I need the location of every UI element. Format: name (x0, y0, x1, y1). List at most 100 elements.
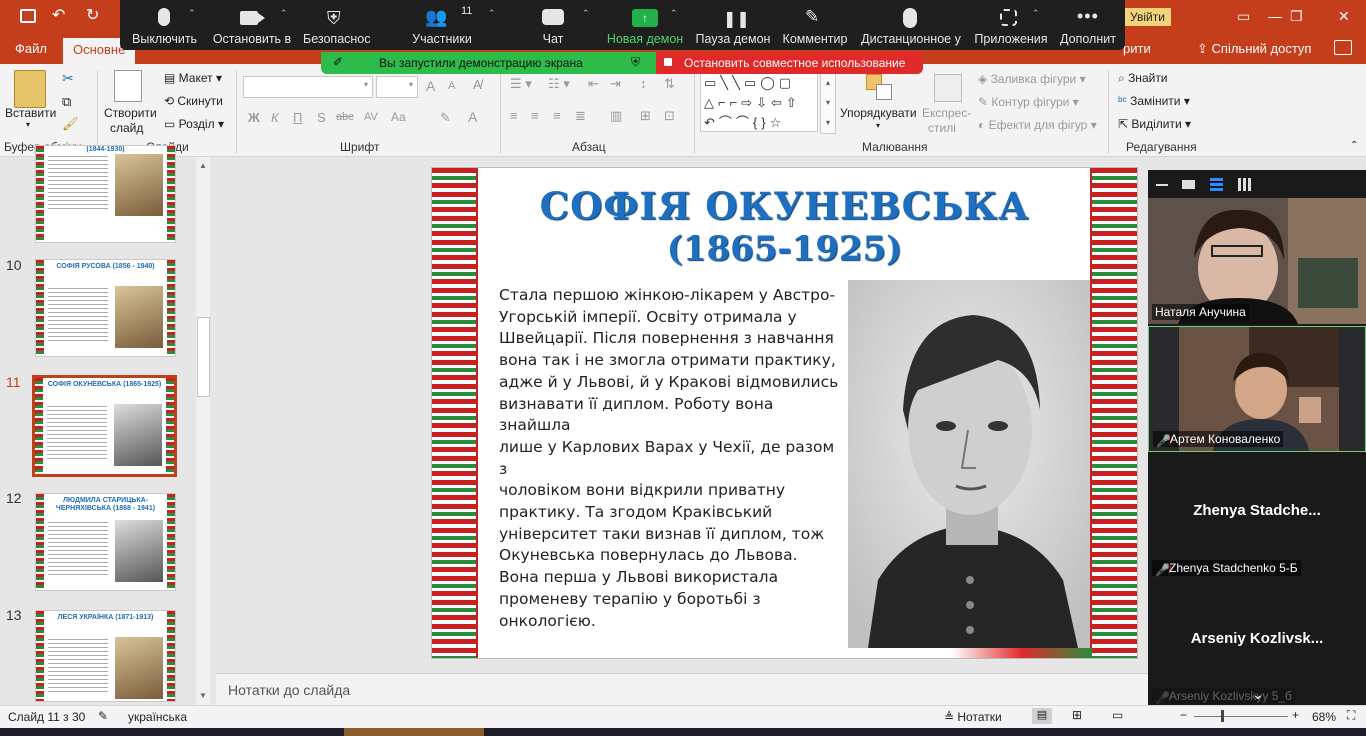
stop-share-button[interactable]: Остановить совместное использование (656, 52, 923, 74)
change-case-button[interactable]: Aa (391, 110, 406, 124)
pin-icon[interactable]: ✐ (333, 55, 343, 69)
tab-file[interactable]: Файл (15, 41, 47, 56)
portrait-photo[interactable] (848, 280, 1090, 648)
bullets-icon[interactable]: ☰ ▾ (510, 76, 532, 92)
align-text-icon[interactable]: ⊞ (640, 108, 651, 124)
reset-button[interactable]: ⟲ Скинути (164, 94, 223, 108)
align-right-icon[interactable]: ≡ (553, 108, 561, 123)
font-color-button[interactable]: A (468, 109, 477, 125)
normal-view-icon[interactable]: ▤ (1032, 708, 1052, 724)
slide-thumbnail-selected[interactable]: СОФІЯ ОКУНЕВСЬКА (1865-1925) (32, 375, 177, 477)
numbering-icon[interactable]: ☷ ▾ (548, 76, 570, 92)
paste-button[interactable]: Вставити (5, 106, 56, 120)
sign-in-button[interactable]: Увійти (1124, 8, 1171, 26)
format-painter-icon[interactable]: 🖌 (62, 116, 79, 132)
thumbnails-scrollbar[interactable]: ▲ ▼ (196, 157, 210, 705)
slide-body-text[interactable]: Стала першою жінкою-лікарем у Австро- Уг… (499, 285, 839, 632)
paste-icon[interactable] (14, 70, 46, 108)
participant-tile[interactable]: Zhenya Stadche... 🎤̸Zhenya Stadchenko 5-… (1148, 454, 1366, 580)
scroll-down-icon[interactable]: ▼ (199, 691, 207, 700)
gallery-view-icon[interactable] (1238, 178, 1251, 191)
slide-years[interactable]: (1865-1925) (532, 230, 1037, 268)
columns-icon[interactable]: ▥ (610, 108, 622, 124)
zoom-out-icon[interactable]: − (1180, 708, 1187, 722)
font-name-combo[interactable]: ▾ (243, 76, 373, 98)
text-direction-icon[interactable]: ⇅ (664, 76, 675, 92)
chevron-down-icon[interactable]: ⌃ (670, 8, 678, 19)
security-button[interactable]: Безопаснос (303, 32, 371, 46)
chevron-down-icon[interactable]: ⌃ (582, 8, 590, 19)
more-button[interactable]: Дополнит (1058, 32, 1118, 46)
zoom-slider-thumb[interactable] (1221, 710, 1224, 722)
grow-font-button[interactable]: A (426, 78, 435, 94)
scrollbar-thumb[interactable] (197, 317, 210, 397)
strip-view-icon[interactable] (1210, 178, 1223, 191)
new-slide-icon[interactable] (114, 70, 142, 102)
copy-icon[interactable]: ⧉ (62, 94, 71, 110)
undo-icon[interactable]: ↶ (52, 5, 65, 25)
paste-dropdown-icon[interactable]: ▾ (26, 120, 30, 129)
slide-thumbnail[interactable]: ЛЕСЯ УКРАЇНКА (1871-1913) (35, 610, 176, 702)
cut-icon[interactable]: ✂ (62, 70, 74, 87)
quick-styles-button[interactable]: Експрес- (922, 106, 971, 120)
shadow-button[interactable]: S (317, 110, 326, 125)
align-center-icon[interactable]: ≡ (531, 108, 539, 123)
arrange-icon[interactable] (866, 74, 892, 102)
new-share-button[interactable]: Новая демон (606, 32, 684, 46)
strikethrough-button[interactable]: abc (336, 111, 354, 123)
participant-tile-active[interactable]: 🎤̸Артем Коноваленко (1148, 326, 1366, 452)
minimize-button[interactable]: — (1268, 8, 1282, 24)
zoom-level[interactable]: 68% (1312, 710, 1336, 724)
align-left-icon[interactable]: ≡ (510, 108, 518, 123)
font-size-combo[interactable]: ▾ (376, 76, 418, 98)
comments-icon[interactable] (1334, 40, 1352, 55)
close-button[interactable]: ✕ (1338, 8, 1350, 25)
smartart-icon[interactable]: ⊡ (664, 108, 675, 124)
highlight-icon[interactable]: ✎ (440, 110, 451, 126)
italic-button[interactable]: К (271, 110, 279, 125)
language-indicator[interactable]: українська (128, 710, 187, 724)
remote-control-button[interactable]: Дистанционное у (861, 32, 961, 46)
replace-button[interactable]: ᵇᶜ Замінити ▾ (1118, 94, 1190, 108)
section-button[interactable]: ▭ Розділ ▾ (164, 117, 224, 131)
reading-view-icon[interactable]: ▭ (1112, 708, 1123, 722)
spellcheck-icon[interactable]: ✎ (98, 709, 108, 723)
current-slide[interactable]: СОФІЯ ОКУНЕВСЬКА (1865-1925) Стала першо… (431, 167, 1138, 659)
select-button[interactable]: ⇱ Виділити ▾ (1118, 117, 1191, 131)
slide-thumbnail[interactable]: ЛЮДМИЛА СТАРИЦЬКА-ЧЕРНЯХІВСЬКА (1868 - 1… (35, 493, 176, 591)
slide-thumbnail[interactable]: (1844-1930) (35, 145, 176, 243)
annotate-button[interactable]: Комментир (782, 32, 848, 46)
indent-decrease-icon[interactable]: ⇤ (588, 76, 599, 92)
justify-icon[interactable]: ≣ (575, 108, 586, 124)
layout-button[interactable]: ▤ Макет ▾ (164, 71, 222, 85)
chat-button[interactable]: Чат (538, 32, 568, 46)
tab-partial[interactable]: рити (1123, 41, 1151, 56)
arrange-button[interactable]: Упорядкувати (840, 106, 917, 120)
fit-to-window-icon[interactable]: ⛶ (1347, 708, 1355, 723)
zoom-slider[interactable] (1194, 716, 1288, 717)
quick-styles-icon[interactable] (934, 74, 962, 102)
shrink-font-button[interactable]: A (448, 80, 455, 92)
slide-sorter-icon[interactable]: ⊞ (1072, 708, 1082, 722)
taskbar-app[interactable] (344, 728, 484, 736)
mute-button[interactable]: Выключить (132, 32, 197, 46)
participants-button[interactable]: Участники (410, 32, 474, 46)
chevron-down-icon[interactable]: ⌃ (188, 8, 196, 19)
shape-effects-button[interactable]: ◐ Ефекти для фігур ▾ (978, 118, 1097, 132)
shapes-scroll[interactable]: ▴ ▾ ▾ (820, 72, 836, 134)
arrange-dropdown-icon[interactable]: ▾ (876, 121, 880, 130)
chevron-down-icon[interactable]: ⌃ (280, 8, 288, 19)
chevron-down-icon[interactable]: ⌄ (1252, 686, 1264, 703)
speaker-view-icon[interactable] (1182, 180, 1195, 189)
slide-title[interactable]: СОФІЯ ОКУНЕВСЬКА (532, 186, 1037, 226)
stop-video-button[interactable]: Остановить в (212, 32, 292, 46)
new-slide-button[interactable]: Створити (104, 106, 157, 120)
participant-tile[interactable]: Наталя Анучина (1148, 198, 1366, 324)
apps-button[interactable]: Приложения (973, 32, 1049, 46)
shapes-gallery[interactable]: ▭╲╲▭◯▢ △⌐⌐⇨⇩⇦⇧ ↶⌒⌒{}☆ (700, 72, 818, 132)
scroll-up-icon[interactable]: ▲ (199, 161, 207, 170)
clear-format-icon[interactable]: A̸ (473, 77, 482, 92)
bold-button[interactable]: Ж (248, 110, 260, 125)
restore-button[interactable]: ❐ (1290, 8, 1303, 25)
char-spacing-button[interactable]: AV (364, 111, 378, 123)
